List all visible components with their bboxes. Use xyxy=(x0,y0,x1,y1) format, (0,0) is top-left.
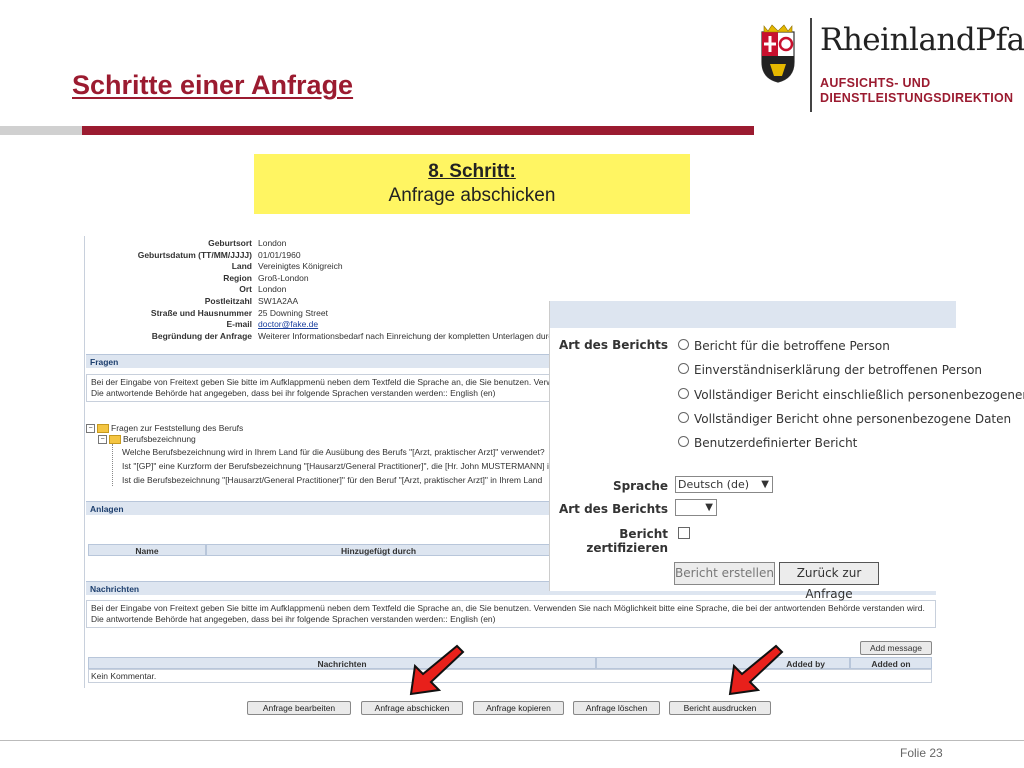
chevron-down-icon: ▼ xyxy=(761,479,769,490)
detail-value: London xyxy=(258,238,287,248)
certify-label: Bericht zertifizieren xyxy=(586,527,668,555)
add-message-button[interactable]: Add message xyxy=(860,641,932,655)
logo-name: RheinlandPfalz xyxy=(820,22,1024,58)
col-nachrichten: Nachrichten xyxy=(88,657,596,669)
folder-icon xyxy=(109,435,121,445)
detail-row: Begründung der Anfrage Weiterer Informati… xyxy=(84,330,558,342)
slide-number: Folie 23 xyxy=(900,746,943,760)
radio-icon[interactable] xyxy=(678,339,689,350)
tree-question-3[interactable]: Ist die Berufsbezeichnung "[Hausarzt/Gen… xyxy=(122,474,550,486)
logo-subtitle: AUFSICHTS- UND DIENSTLEISTUNGSDIREKTION xyxy=(820,76,1014,105)
col-added-by: Added by xyxy=(596,657,850,669)
report-type-label-2: Art des Berichts xyxy=(558,502,668,516)
detail-row: Ort London xyxy=(84,284,544,295)
title-bar-grey xyxy=(0,126,82,135)
radio-option-1[interactable]: Bericht für die betroffene Person xyxy=(678,339,890,353)
radio-icon[interactable] xyxy=(678,436,689,447)
detail-label: Geburtsdatum (TT/MM/JJJJ) xyxy=(137,249,252,260)
detail-label: Begründung der Anfrage xyxy=(151,330,252,341)
radio-option-5[interactable]: Benutzerdefinierter Bericht xyxy=(678,436,857,450)
create-report-button[interactable]: Bericht erstellen xyxy=(674,562,775,585)
back-to-request-button[interactable]: Zurück zur Anfrage xyxy=(779,562,879,601)
detail-label: Straße und Hausnummer xyxy=(150,307,252,318)
tree-question-1[interactable]: Welche Berufsbezeichnung wird in Ihrem L… xyxy=(122,446,550,458)
detail-label: Land xyxy=(231,261,252,272)
radio-icon[interactable] xyxy=(678,388,689,399)
detail-label: Ort xyxy=(239,284,252,295)
radio-option-3[interactable]: Vollständiger Bericht einschließlich per… xyxy=(678,388,1024,402)
coat-of-arms-icon xyxy=(761,24,795,83)
step-subtitle: Anfrage abschicken xyxy=(388,185,556,206)
detail-row: Geburtsort London xyxy=(84,238,544,249)
slide-title: Schritte einer Anfrage xyxy=(72,70,354,100)
radio-icon[interactable] xyxy=(678,412,689,423)
collapse-icon[interactable]: − xyxy=(98,435,107,445)
detail-label: Postleitzahl xyxy=(204,296,252,306)
detail-label: Region xyxy=(223,272,252,283)
detail-value: London xyxy=(258,284,287,295)
detail-row: Geburtsdatum (TT/MM/JJJJ) 01/01/1960 xyxy=(84,250,544,261)
collapse-icon[interactable]: − xyxy=(86,424,95,434)
arrow-pointer-icon xyxy=(409,644,465,696)
title-bar-red xyxy=(82,126,754,135)
logo-separator xyxy=(810,18,812,112)
detail-value: Groß-London xyxy=(258,272,309,283)
dialog-header xyxy=(550,301,956,328)
edit-request-button[interactable]: Anfrage bearbeiten xyxy=(247,701,351,715)
report-dialog: Art des Berichts Bericht für die betroff… xyxy=(549,301,1024,601)
detail-row: Land Vereinigtes Königreich xyxy=(84,261,544,272)
radio-option-4[interactable]: Vollständiger Bericht ohne personenbezog… xyxy=(678,412,1011,426)
certify-checkbox[interactable] xyxy=(678,527,690,539)
detail-value: SW1A2AA xyxy=(258,296,299,306)
detail-label: E-mail xyxy=(226,319,252,330)
col-added-on: Added on xyxy=(850,657,932,669)
arrow-pointer-icon xyxy=(728,644,784,696)
delete-request-button[interactable]: Anfrage löschen xyxy=(573,701,660,715)
send-request-button[interactable]: Anfrage abschicken xyxy=(361,701,463,715)
detail-row: Straße und Hausnummer 25 Downing Street xyxy=(84,308,544,319)
folder-icon xyxy=(97,424,109,434)
radio-icon[interactable] xyxy=(678,363,689,374)
radio-option-2[interactable]: Einverständniserklärung der betroffenen … xyxy=(678,363,982,377)
detail-value: 25 Downing Street xyxy=(258,307,328,318)
language-label: Sprache xyxy=(612,479,668,493)
step-callout: 8. Schritt: Anfrage abschicken xyxy=(254,154,690,214)
footer-divider xyxy=(0,740,1024,741)
chevron-down-icon: ▼ xyxy=(705,502,713,513)
detail-value: Weiterer Informationsbedarf nach Einreic… xyxy=(258,330,558,341)
col-name: Name xyxy=(88,544,206,556)
report-type-select[interactable]: ▼ xyxy=(675,499,717,516)
copy-request-button[interactable]: Anfrage kopieren xyxy=(473,701,564,715)
report-type-label: Art des Berichts xyxy=(558,338,668,352)
detail-value[interactable]: doctor@fake.de xyxy=(258,319,318,330)
detail-row: Region Groß-London xyxy=(84,273,544,284)
detail-value: Vereinigtes Königreich xyxy=(258,261,343,272)
col-added-by: Hinzugefügt durch xyxy=(206,544,551,556)
step-title: 8. Schritt: xyxy=(428,161,516,182)
print-report-button[interactable]: Bericht ausdrucken xyxy=(669,701,771,715)
message-row: Kein Kommentar. xyxy=(88,669,932,683)
detail-label: Geburtsort xyxy=(208,238,252,248)
detail-row: E-mail doctor@fake.de xyxy=(84,319,544,330)
language-select[interactable]: Deutsch (de) ▼ xyxy=(675,476,773,493)
tree-question-2[interactable]: Ist "[GP]" eine Kurzform der Berufsbezei… xyxy=(122,460,550,472)
detail-row: Postleitzahl SW1A2AA xyxy=(84,296,544,307)
detail-value: 01/01/1960 xyxy=(258,249,301,260)
